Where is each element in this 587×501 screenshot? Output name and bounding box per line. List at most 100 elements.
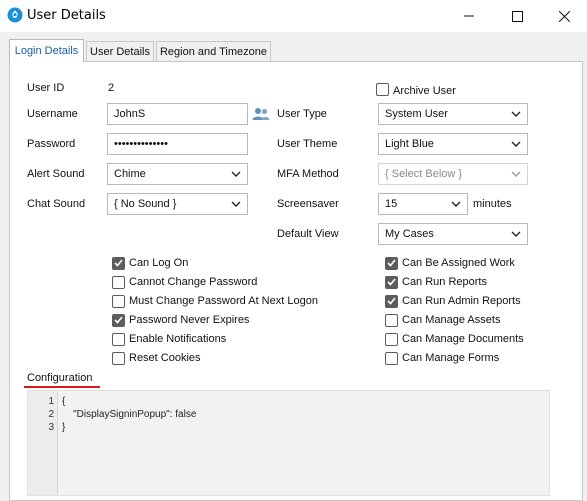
checkbox-box[interactable] [385, 294, 398, 308]
chevron-down-icon [227, 197, 241, 211]
line-number-gutter: 1 2 3 [28, 391, 58, 495]
checkbox-box[interactable] [385, 351, 398, 365]
line-number: 1 [48, 396, 54, 407]
permission-left-checkbox[interactable]: Cannot Change Password [112, 274, 257, 290]
chevron-down-icon [227, 167, 241, 181]
checkbox-label: Can Manage Documents [402, 333, 524, 345]
permission-right-checkbox[interactable]: Can Run Reports [385, 274, 487, 290]
checkbox-box[interactable] [112, 313, 125, 327]
checkbox-box[interactable] [112, 256, 125, 270]
configuration-editor[interactable]: 1 2 3 { "DisplaySigninPopup": false } [27, 390, 550, 496]
mfa-method-label: MFA Method [277, 168, 339, 180]
checkbox-label: Reset Cookies [129, 352, 201, 364]
chevron-down-icon [507, 167, 521, 181]
chevron-down-icon [507, 227, 521, 241]
permission-left-checkbox[interactable]: Reset Cookies [112, 350, 201, 366]
tab-login-details[interactable]: Login Details [9, 39, 84, 62]
default-view-value: My Cases [385, 228, 434, 240]
checkbox-label: Can Manage Forms [402, 352, 500, 364]
app-logo-icon [7, 7, 23, 23]
chevron-down-icon [447, 197, 461, 211]
tab-region-timezone[interactable]: Region and Timezone [156, 41, 271, 61]
maximize-button[interactable] [494, 0, 540, 32]
checkbox-box[interactable] [385, 332, 398, 346]
permission-right-checkbox[interactable]: Can Be Assigned Work [385, 255, 515, 271]
screensaver-label: Screensaver [277, 198, 339, 210]
checkbox-box[interactable] [112, 275, 125, 289]
archive-user-checkbox[interactable]: Archive User [376, 81, 456, 97]
user-type-select[interactable]: System User [378, 103, 528, 125]
checkbox-label: Enable Notifications [129, 333, 227, 345]
chat-sound-label: Chat Sound [27, 198, 86, 210]
code-line: } [62, 422, 66, 433]
user-id-value: 2 [108, 82, 115, 94]
permission-right-checkbox[interactable]: Can Manage Assets [385, 312, 500, 328]
screensaver-value: 15 [385, 198, 398, 210]
minimize-icon [464, 15, 474, 17]
checkmark-icon [387, 259, 396, 267]
close-icon [558, 10, 570, 22]
tab-user-details[interactable]: User Details [86, 41, 154, 61]
checkmark-icon [114, 316, 123, 324]
checkbox-box[interactable] [112, 332, 125, 346]
archive-user-label: Archive User [393, 85, 456, 97]
mfa-method-select[interactable]: { Select Below } [378, 163, 528, 185]
checkbox-box[interactable] [112, 294, 125, 308]
alert-sound-label: Alert Sound [27, 168, 85, 180]
checkmark-icon [387, 278, 396, 286]
checkbox-box[interactable] [112, 351, 125, 365]
screensaver-unit: minutes [473, 198, 512, 210]
permission-right-checkbox[interactable]: Can Manage Documents [385, 331, 524, 347]
alert-sound-value: Chime [114, 168, 146, 180]
checkbox-box[interactable] [385, 256, 398, 270]
checkbox-label: Can Manage Assets [402, 314, 501, 326]
mfa-method-value: { Select Below } [385, 168, 463, 180]
permission-left-checkbox[interactable]: Password Never Expires [112, 312, 249, 328]
checkbox-label: Can Run Reports [402, 276, 487, 288]
maximize-icon [511, 10, 523, 22]
alert-sound-select[interactable]: Chime [107, 163, 248, 185]
users-icon[interactable] [252, 107, 270, 121]
checkbox-label: Must Change Password At Next Logon [129, 295, 318, 307]
archive-user-box[interactable] [376, 82, 389, 96]
user-theme-label: User Theme [277, 138, 338, 150]
permission-left-checkbox[interactable]: Can Log On [112, 255, 188, 271]
minimize-button[interactable] [446, 0, 492, 32]
line-number: 2 [48, 409, 54, 420]
configuration-label: Configuration [27, 372, 93, 384]
line-number: 3 [48, 422, 54, 433]
permission-left-checkbox[interactable]: Enable Notifications [112, 331, 226, 347]
permission-right-checkbox[interactable]: Can Run Admin Reports [385, 293, 521, 309]
close-button[interactable] [541, 0, 587, 32]
username-input[interactable]: JohnS [107, 103, 248, 125]
default-view-select[interactable]: My Cases [378, 223, 528, 245]
permission-left-checkbox[interactable]: Must Change Password At Next Logon [112, 293, 318, 309]
permission-right-checkbox[interactable]: Can Manage Forms [385, 350, 499, 366]
chevron-down-icon [507, 107, 521, 121]
configuration-underline [24, 386, 100, 388]
username-label: Username [27, 108, 78, 120]
chevron-down-icon [507, 137, 521, 151]
checkmark-icon [114, 259, 123, 267]
checkbox-label: Can Be Assigned Work [402, 257, 515, 269]
password-label: Password [27, 138, 76, 150]
screensaver-select[interactable]: 15 [378, 193, 468, 215]
password-value: •••••••••••••• [114, 138, 168, 150]
checkmark-icon [387, 297, 396, 305]
checkbox-box[interactable] [385, 275, 398, 289]
checkbox-label: Cannot Change Password [129, 276, 258, 288]
window-title: User Details [27, 8, 106, 23]
chat-sound-select[interactable]: { No Sound } [107, 193, 248, 215]
user-type-label: User Type [277, 108, 327, 120]
checkbox-box[interactable] [385, 313, 398, 327]
code-line: { [62, 396, 66, 407]
password-input[interactable]: •••••••••••••• [107, 133, 248, 155]
checkbox-label: Can Run Admin Reports [402, 295, 521, 307]
user-theme-select[interactable]: Light Blue [378, 133, 528, 155]
username-value: JohnS [114, 108, 146, 120]
default-view-label: Default View [277, 228, 339, 240]
checkbox-label: Can Log On [129, 257, 189, 269]
chat-sound-value: { No Sound } [114, 198, 177, 210]
user-type-value: System User [385, 108, 448, 120]
user-theme-value: Light Blue [385, 138, 434, 150]
